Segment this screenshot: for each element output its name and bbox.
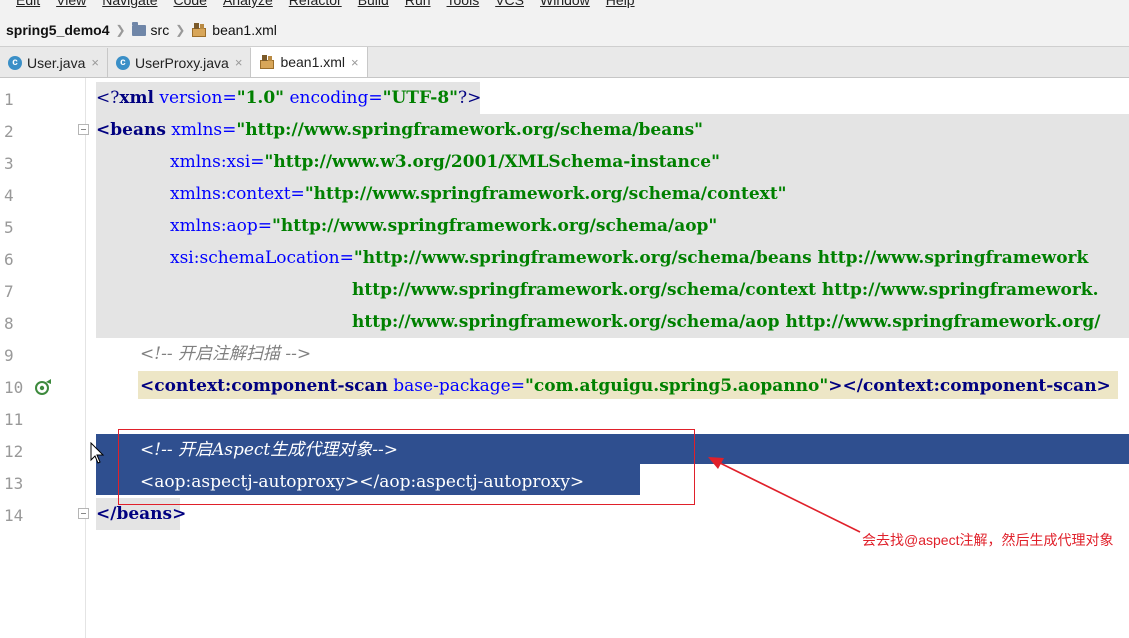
annotation-note: 会去找@aspect注解，然后生成代理对象 xyxy=(862,532,1114,548)
